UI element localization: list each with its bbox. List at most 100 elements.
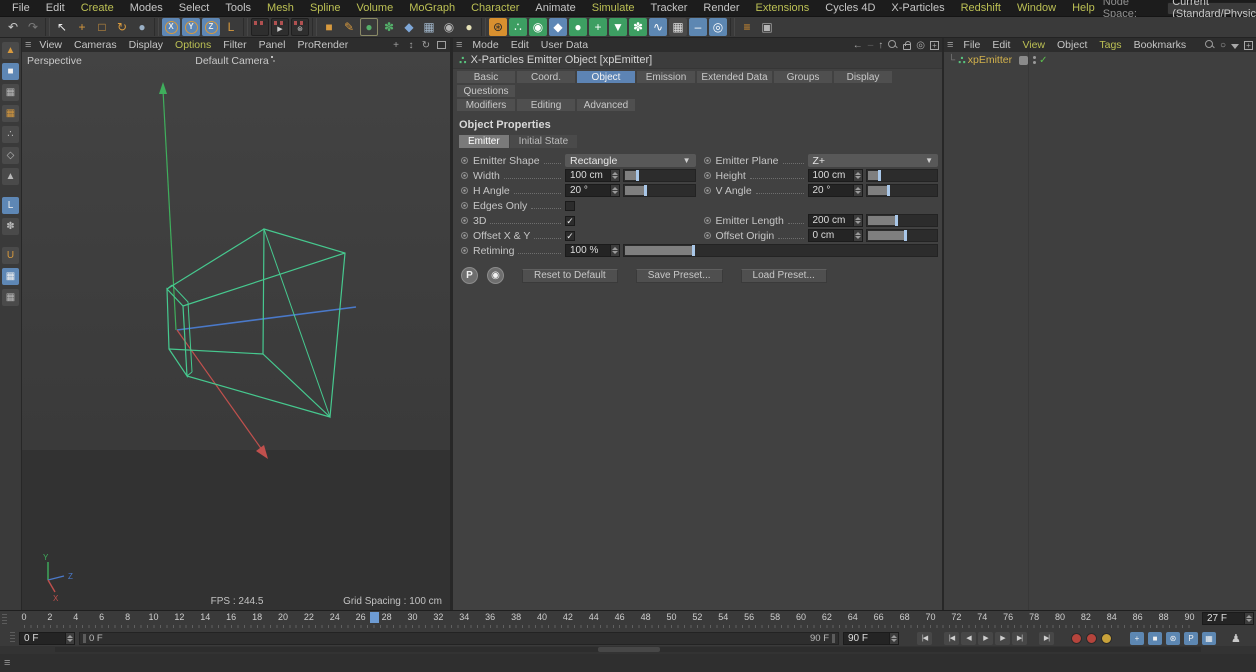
primitive-cube-icon[interactable]: ■	[320, 18, 338, 36]
goto-end-button[interactable]: ▶|	[1039, 631, 1054, 645]
goto-start-button[interactable]: |◀	[917, 631, 932, 645]
xp-trail-icon[interactable]: ∿	[649, 18, 667, 36]
path-bar-icon[interactable]: ○	[1220, 40, 1226, 51]
generators-icon[interactable]: ●	[360, 18, 378, 36]
key-pla-button[interactable]: ▦	[1202, 631, 1216, 645]
key-rotation-button[interactable]: ⊛	[1166, 631, 1180, 645]
menu-window[interactable]: Window	[1009, 0, 1064, 17]
xp-system-icon[interactable]: ⊛	[489, 18, 507, 36]
animation-dot-icon[interactable]	[703, 232, 711, 239]
menu-create[interactable]: Create	[73, 0, 122, 17]
move-icon[interactable]: +	[73, 18, 91, 36]
xp-palette-icon[interactable]: ≡	[738, 18, 756, 36]
scale-icon[interactable]: □	[93, 18, 111, 36]
emitter-camera-button[interactable]: ◉	[487, 267, 504, 284]
tab-extended-data[interactable]: Extended Data	[697, 71, 772, 83]
undo-icon[interactable]: ↶	[4, 18, 22, 36]
object-name[interactable]: xpEmitter	[968, 54, 1012, 66]
current-frame-field[interactable]: 27 F	[1202, 612, 1254, 626]
reset-to-default-button[interactable]: Reset to Default	[522, 268, 618, 283]
edges-only-checkbox[interactable]	[565, 200, 575, 211]
animation-dot-icon[interactable]	[703, 157, 711, 164]
prev-key-button[interactable]: |◀	[944, 631, 959, 645]
menu-object[interactable]: Object	[1051, 38, 1093, 52]
animation-dot-icon[interactable]	[461, 202, 468, 209]
menu-redshift[interactable]: Redshift	[953, 0, 1009, 17]
menu-options[interactable]: Options	[169, 38, 217, 52]
tab-coord-[interactable]: Coord.	[517, 71, 575, 83]
height-slider[interactable]	[865, 169, 938, 182]
offset-origin-slider[interactable]	[865, 229, 938, 242]
load-preset--button[interactable]: Load Preset...	[740, 268, 827, 283]
menu-character[interactable]: Character	[463, 0, 527, 17]
menu-edit[interactable]: Edit	[38, 0, 73, 17]
object-tag-icon[interactable]	[1019, 55, 1029, 65]
width-slider[interactable]	[623, 169, 696, 182]
edges-mode-icon[interactable]: ◇	[2, 147, 19, 164]
range-end-field[interactable]: 90 F	[843, 631, 899, 645]
points-mode-icon[interactable]: ∴	[2, 126, 19, 143]
mograph-icon[interactable]: ✽	[380, 18, 398, 36]
xp-particles-icon[interactable]: ∴	[509, 18, 527, 36]
range-left-grip[interactable]	[83, 633, 86, 643]
search-icon[interactable]	[1204, 40, 1215, 50]
toggle-panel-icon[interactable]	[435, 39, 447, 51]
timeline-ruler[interactable]: 27 F 0 2 4 6 8 10 12 14 16 18 20 22 24 26 28 30 32 34 36 38…	[0, 611, 1256, 629]
play-button[interactable]: ▶	[978, 631, 993, 645]
value-spinner[interactable]	[611, 169, 620, 182]
panel-menu-icon[interactable]: ≡	[25, 39, 31, 51]
tab-groups[interactable]: Groups	[774, 71, 832, 83]
texture-mode-icon[interactable]: ▦	[2, 84, 19, 101]
lock-y-icon[interactable]: Y	[182, 18, 200, 36]
emitter-shape-dropdown[interactable]: Rectangle ▼	[565, 154, 696, 167]
grid-snap-icon[interactable]: ▦	[2, 268, 19, 285]
tab-object[interactable]: Object	[577, 71, 635, 83]
emitter-plane-dropdown[interactable]: Z+ ▼	[807, 154, 938, 167]
visibility-dots-icon[interactable]	[1033, 56, 1037, 64]
quantize-icon[interactable]: ▦	[2, 289, 19, 306]
viewport-canvas[interactable]: Y Z X Perspective Default Camera FPS : 2…	[22, 52, 450, 610]
menu-volume[interactable]: Volume	[349, 0, 402, 17]
xp-explorer-icon[interactable]: ◎	[709, 18, 727, 36]
tab-emission[interactable]: Emission	[637, 71, 695, 83]
menu-tags[interactable]: Tags	[1093, 38, 1127, 52]
menu-mode[interactable]: Mode	[466, 38, 504, 52]
menu-panel[interactable]: Panel	[253, 38, 292, 52]
status-menu-icon[interactable]: ≡	[4, 657, 10, 669]
character-solo-icon[interactable]: ♟	[1231, 632, 1241, 645]
retiming-slider[interactable]	[623, 244, 938, 257]
tab-modifiers[interactable]: Modifiers	[457, 99, 515, 111]
xp-cache-icon[interactable]: ▦	[669, 18, 687, 36]
range-end-spinner[interactable]	[890, 631, 899, 645]
menu-edit[interactable]: Edit	[986, 38, 1016, 52]
tab-display[interactable]: Display	[834, 71, 892, 83]
model-mode-icon[interactable]: ■	[2, 63, 19, 80]
scrollbar-thumb[interactable]	[598, 647, 660, 652]
xp-active-tool-icon[interactable]: ◆	[549, 18, 567, 36]
value-spinner[interactable]	[853, 229, 863, 242]
value-spinner[interactable]	[853, 169, 863, 182]
object-row[interactable]: └ ∴ xpEmitter ✓	[944, 52, 1256, 68]
menu-file[interactable]: File	[957, 38, 986, 52]
new-panel-icon[interactable]: +	[930, 40, 939, 50]
ruler-grip[interactable]	[2, 614, 7, 626]
animation-dot-icon[interactable]	[461, 232, 468, 239]
offset-x-y-checkbox[interactable]: ✓	[565, 230, 575, 241]
pan-view-icon[interactable]: +	[390, 39, 402, 51]
v-angle-slider[interactable]	[865, 184, 938, 197]
key-scale-button[interactable]: ■	[1148, 631, 1162, 645]
menu-extensions[interactable]: Extensions	[747, 0, 817, 17]
render-view-icon[interactable]	[251, 18, 269, 36]
lock-z-icon[interactable]: Z	[202, 18, 220, 36]
new-panel-icon[interactable]: +	[1244, 40, 1253, 50]
parent-object-icon[interactable]: ↑	[878, 40, 883, 51]
workplane-mode-icon[interactable]: ▦	[2, 105, 19, 122]
subtab-initial-state[interactable]: Initial State	[509, 135, 578, 148]
menu-tools[interactable]: Tools	[217, 0, 259, 17]
xp-emitter-icon[interactable]: ◉	[529, 18, 547, 36]
subtab-emitter[interactable]: Emitter	[459, 135, 509, 148]
emitter-length-slider[interactable]	[865, 214, 938, 227]
v-angle-field[interactable]: 20 °	[807, 184, 854, 197]
menu-cameras[interactable]: Cameras	[68, 38, 123, 52]
retiming-field[interactable]: 100 %	[565, 244, 611, 257]
